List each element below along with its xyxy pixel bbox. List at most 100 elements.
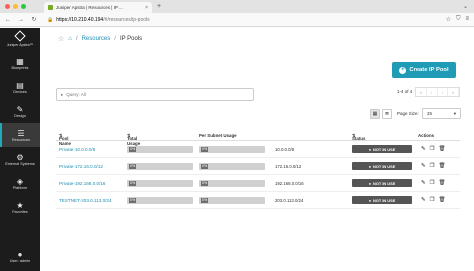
close-tab-icon[interactable]: ×: [145, 5, 148, 11]
sidebar-user[interactable]: ● User: admin: [0, 250, 40, 263]
window-controls[interactable]: [5, 4, 26, 9]
page-size-label: Page Size:: [397, 111, 419, 116]
status-dot-icon: ●: [368, 146, 372, 152]
list-view-button[interactable]: ≣: [382, 109, 392, 119]
sidebar-item-resources[interactable]: ☰ Resources: [0, 123, 40, 147]
pool-name-link[interactable]: Private-172.16.0.0/12: [59, 164, 103, 169]
subnet-usage-bar: 0%: [199, 146, 265, 153]
edit-icon[interactable]: ✎: [421, 180, 426, 186]
table-header: Pool Name ⇅ Total Usage ⇅ Per Subnet Usa…: [56, 130, 460, 146]
forward-icon[interactable]: →: [16, 17, 26, 23]
browser-toolbar: ← → ↻ 🔒 https://10.210.40.194 /#/resourc…: [0, 13, 474, 27]
edit-icon[interactable]: ✎: [421, 163, 426, 169]
query-text: Query: All: [66, 92, 86, 97]
sidebar: Juniper Apstra™ ▦ Blueprints ▤ Devices ✎…: [0, 28, 40, 271]
clone-icon[interactable]: ❐: [430, 197, 435, 203]
clone-icon[interactable]: ❐: [430, 146, 435, 152]
sidebar-item-external-systems[interactable]: ⚙ External Systems: [0, 147, 40, 171]
page-title: IP Pools: [119, 36, 143, 42]
sidebar-item-label: Resources: [11, 137, 31, 142]
bookmark-star-icon[interactable]: ☆: [446, 16, 451, 23]
pool-name-link[interactable]: Private-10.0.0.0/8: [59, 147, 95, 152]
delete-icon[interactable]: 🗑: [439, 180, 446, 186]
browser-tab[interactable]: Juniper Apstra | Resources | IP ... ×: [44, 2, 152, 13]
status-text: NOT IN USE: [373, 163, 396, 169]
breadcrumb-separator-icon: /: [75, 36, 78, 42]
first-page-icon[interactable]: «: [416, 88, 427, 96]
breadcrumb-separator-icon: /: [114, 36, 116, 42]
address-bar[interactable]: 🔒 https://10.210.40.194 /#/resources/ip-…: [47, 15, 347, 25]
page-size-select[interactable]: 25 ▾: [422, 108, 461, 119]
breadcrumb: ☆ ⌂ / Resources / IP Pools: [58, 35, 142, 43]
delete-icon[interactable]: 🗑: [439, 163, 446, 169]
total-usage-bar: 0%: [127, 180, 193, 187]
url-host: https://10.210.40.194: [56, 16, 104, 23]
pager-range: 1-4 of 4: [397, 89, 413, 94]
edit-icon[interactable]: ✎: [421, 197, 426, 203]
sidebar-item-favorites[interactable]: ★ Favorites: [0, 195, 40, 219]
clone-icon[interactable]: ❐: [430, 163, 435, 169]
sidebar-item-blueprints[interactable]: ▦ Blueprints: [0, 51, 40, 75]
sidebar-item-design[interactable]: ✎ Design: [0, 99, 40, 123]
devices-icon: ▤: [16, 80, 24, 90]
breadcrumb-resources[interactable]: Resources: [82, 36, 111, 42]
grid-view-button[interactable]: ▦: [370, 109, 380, 119]
menu-icon[interactable]: ≡: [465, 16, 469, 23]
status-badge: ● NOT IN USE: [352, 179, 412, 187]
brand[interactable]: Juniper Apstra™: [0, 28, 40, 51]
url-path: /#/resources/ip-pools: [103, 16, 150, 23]
col-total-usage[interactable]: Total Usage ⇅: [127, 133, 140, 146]
reload-icon[interactable]: ↻: [29, 16, 39, 23]
col-status[interactable]: Status ⇅: [352, 133, 365, 141]
sidebar-item-label: Favorites: [12, 209, 28, 214]
sidebar-item-devices[interactable]: ▤ Devices: [0, 75, 40, 99]
create-ip-pool-button[interactable]: + Create IP Pool: [392, 62, 456, 78]
total-usage-bar: 0%: [127, 163, 193, 170]
edit-icon[interactable]: ✎: [421, 146, 426, 152]
tab-title: Juniper Apstra | Resources | IP ...: [56, 5, 123, 10]
status-text: NOT IN USE: [373, 197, 396, 203]
chevron-down-icon: ▾: [453, 110, 456, 116]
shield-icon[interactable]: ⛉: [456, 16, 461, 23]
back-icon[interactable]: ←: [3, 17, 13, 23]
status-badge: ● NOT IN USE: [352, 162, 412, 170]
new-tab-icon[interactable]: +: [157, 3, 161, 10]
close-window-icon[interactable]: [5, 4, 10, 9]
favorite-star-icon[interactable]: ☆: [58, 35, 64, 43]
prev-page-icon[interactable]: ‹: [427, 88, 438, 96]
tab-list-icon[interactable]: ⌄: [463, 3, 468, 10]
delete-icon[interactable]: 🗑: [439, 197, 446, 203]
total-usage-pct: 0%: [129, 181, 137, 186]
sidebar-item-label: Platform: [12, 185, 28, 190]
clone-icon[interactable]: ❐: [430, 180, 435, 186]
home-icon[interactable]: ⌂: [68, 36, 72, 42]
apstra-logo-icon: [14, 30, 26, 42]
col-pool-name[interactable]: Pool Name ⇅: [59, 133, 71, 146]
minimize-window-icon[interactable]: [13, 4, 18, 9]
favorites-icon: ★: [16, 200, 24, 210]
maximize-window-icon[interactable]: [21, 4, 26, 9]
subnet-usage-pct: 0%: [201, 181, 209, 186]
subnet-value: 192.168.0.0/16: [275, 181, 304, 186]
last-page-icon[interactable]: »: [448, 88, 459, 96]
subnet-usage-bar: 0%: [199, 197, 265, 204]
status-badge: ● NOT IN USE: [352, 196, 412, 204]
row-actions: ✎ ❐ 🗑: [421, 180, 446, 186]
sidebar-item-platform[interactable]: ◈ Platform: [0, 171, 40, 195]
row-actions: ✎ ❐ 🗑: [421, 197, 446, 203]
pagination: « ‹ › »: [415, 87, 460, 97]
status-text: NOT IN USE: [373, 146, 396, 152]
external-systems-icon: ⚙: [16, 152, 24, 162]
sidebar-item-label: Blueprints: [11, 65, 29, 70]
list-icon: ≣: [384, 111, 390, 117]
delete-icon[interactable]: 🗑: [439, 146, 446, 152]
pool-name-link[interactable]: TESTNET-203.0.113.0/24: [59, 198, 112, 203]
next-page-icon[interactable]: ›: [438, 88, 449, 96]
plus-icon: +: [399, 66, 407, 74]
query-input[interactable]: ▸ Query: All: [56, 88, 254, 101]
pool-name-link[interactable]: Private-192.168.0.0/16: [59, 181, 105, 186]
table-row: Private-192.168.0.0/16 0% 0% 192.168.0.0…: [56, 175, 460, 192]
total-usage-bar: 0%: [127, 146, 193, 153]
table-row: Private-10.0.0.0/8 0% 0% 10.0.0.0/8 ● NOT…: [56, 141, 460, 158]
col-actions: Actions: [418, 133, 435, 138]
